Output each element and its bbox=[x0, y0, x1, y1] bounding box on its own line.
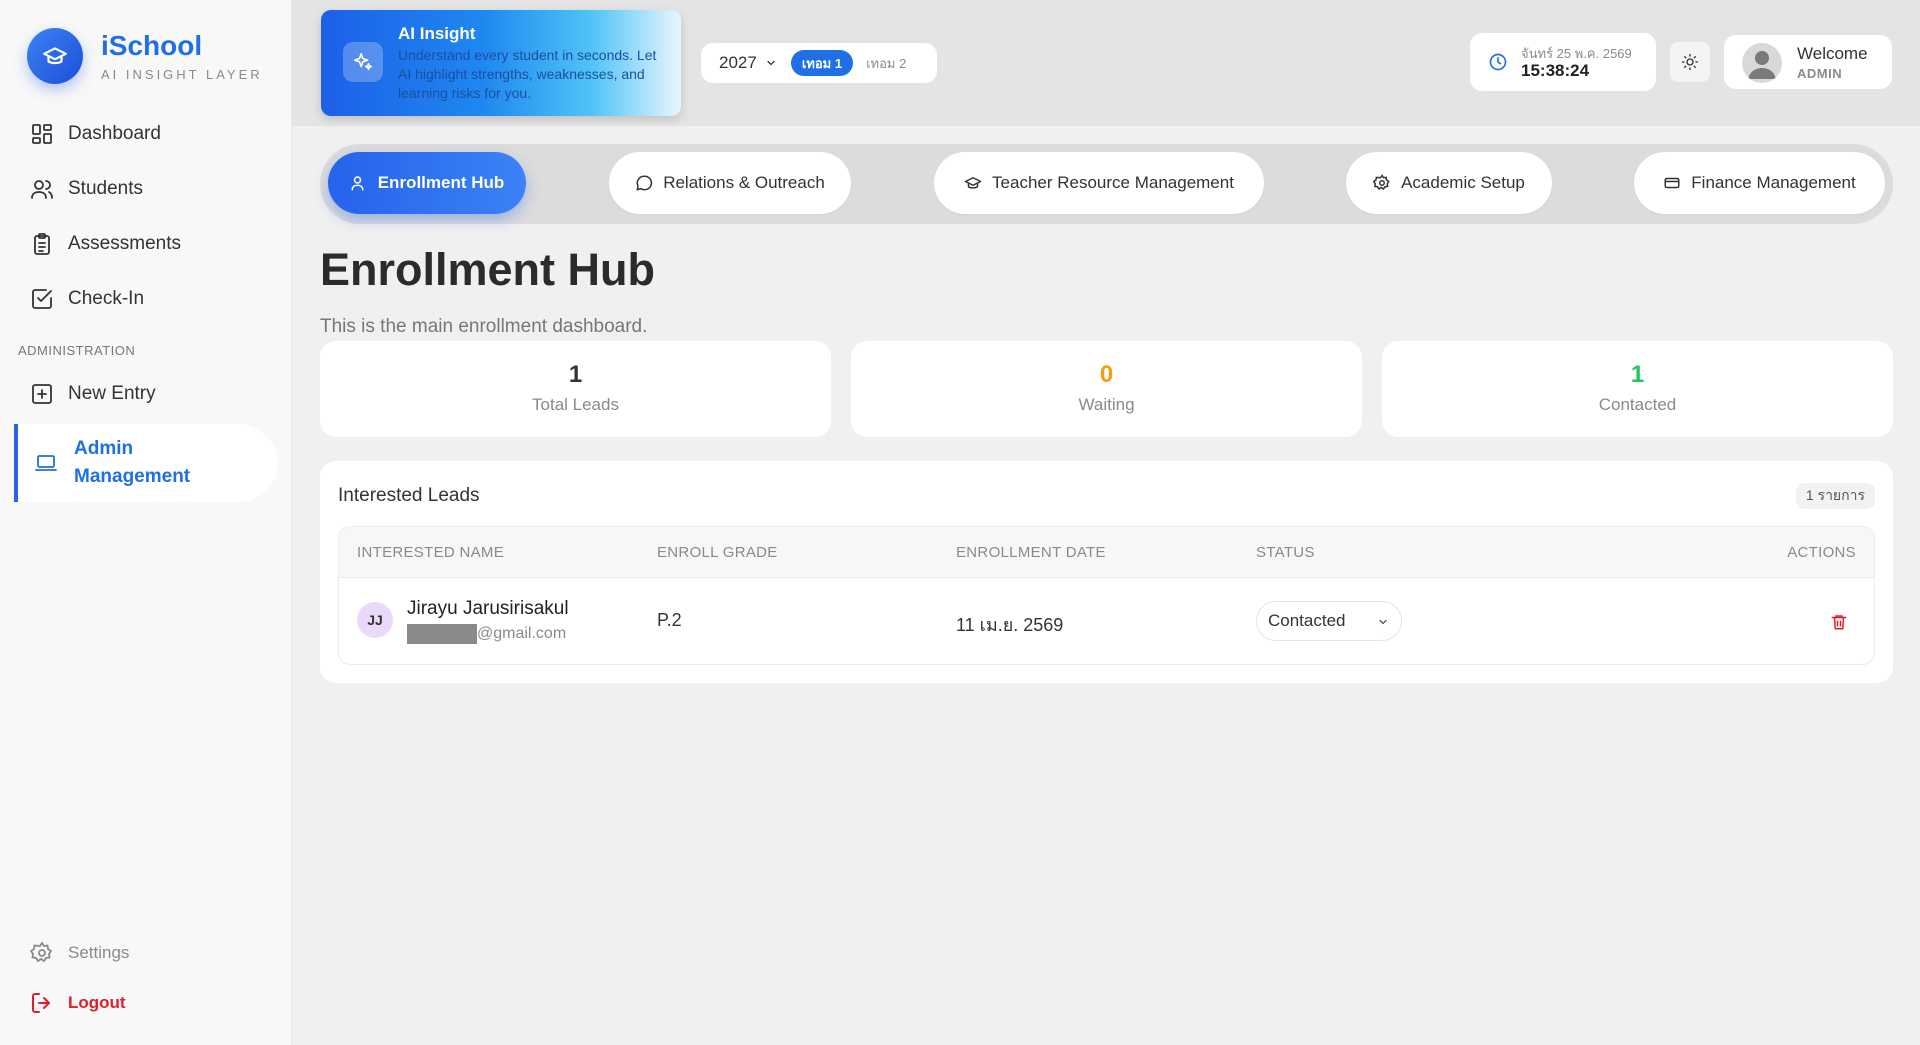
gear-icon bbox=[30, 941, 53, 963]
user-welcome: Welcome bbox=[1797, 44, 1868, 63]
sidebar-item-check-in[interactable]: Check-In bbox=[30, 279, 144, 319]
clock-widget: จันทร์ 25 พ.ค. 2569 15:38:24 bbox=[1470, 33, 1656, 91]
column-header-actions: ACTIONS bbox=[1787, 544, 1856, 561]
column-header-date: ENROLLMENT DATE bbox=[956, 544, 1106, 561]
sidebar-item-label: Admin Management bbox=[74, 438, 191, 487]
redacted-block bbox=[407, 624, 477, 644]
chat-icon bbox=[636, 175, 653, 191]
tab-enrollment-hub[interactable]: Enrollment Hub bbox=[328, 152, 526, 214]
settings-button[interactable]: Settings bbox=[30, 941, 129, 965]
dashboard-icon bbox=[32, 124, 52, 144]
plus-square-icon bbox=[32, 384, 52, 404]
sparkles-icon bbox=[343, 42, 383, 82]
brand-name: iSchool bbox=[101, 29, 203, 61]
logout-button[interactable]: Logout bbox=[30, 991, 126, 1015]
term-2-button[interactable]: เทอม 2 bbox=[855, 50, 917, 76]
year-dropdown[interactable]: 2027 bbox=[719, 53, 777, 73]
brand-subtitle: AI INSIGHT LAYER bbox=[101, 66, 263, 82]
stat-value: 0 bbox=[1099, 361, 1114, 388]
settings-label: Settings bbox=[68, 943, 130, 962]
gear-icon bbox=[1373, 174, 1390, 191]
stat-value: 1 bbox=[1630, 361, 1645, 388]
stat-card-contacted: 1 Contacted bbox=[1382, 341, 1893, 437]
sidebar-item-label: Check-In bbox=[68, 288, 145, 309]
trash-icon bbox=[1831, 615, 1847, 630]
delete-button[interactable] bbox=[1827, 610, 1851, 634]
logout-label: Logout bbox=[68, 993, 126, 1012]
sidebar-item-label: Assessments bbox=[68, 233, 181, 254]
chevron-down-icon bbox=[1379, 619, 1387, 625]
stat-card-waiting: 0 Waiting bbox=[851, 341, 1362, 437]
checkbox-icon bbox=[32, 289, 52, 309]
status-value: Contacted bbox=[1268, 611, 1346, 630]
chevron-down-icon bbox=[767, 60, 775, 66]
term-1-button[interactable]: เทอม 1 bbox=[790, 50, 854, 76]
users-icon bbox=[31, 180, 53, 199]
interested-leads-card: Interested Leads 1 รายการ INTERESTED NAM… bbox=[320, 461, 1893, 683]
sidebar-item-dashboard[interactable]: Dashboard bbox=[30, 114, 161, 154]
brand[interactable]: iSchool AI INSIGHT LAYER bbox=[27, 28, 263, 84]
sidebar: iSchool AI INSIGHT LAYER Dashboard Stude… bbox=[0, 0, 292, 1045]
year-value: 2027 bbox=[719, 53, 757, 72]
avatar: JJ bbox=[357, 602, 393, 638]
column-header-status: STATUS bbox=[1256, 544, 1315, 561]
user-menu[interactable]: Welcome ADMIN bbox=[1724, 35, 1892, 89]
ai-insight-card[interactable]: AI Insight Understand every student in s… bbox=[321, 10, 681, 116]
lead-grade: P.2 bbox=[657, 610, 682, 630]
sidebar-item-admin-management[interactable]: Admin Management bbox=[14, 424, 278, 502]
tab-label: Relations & Outreach bbox=[663, 173, 825, 192]
sidebar-item-assessments[interactable]: Assessments bbox=[30, 224, 181, 264]
lead-email: @gmail.com bbox=[407, 624, 566, 644]
sun-icon bbox=[1681, 53, 1699, 71]
stat-card-total-leads: 1 Total Leads bbox=[320, 341, 831, 437]
logout-icon bbox=[32, 993, 50, 1013]
column-header-grade: ENROLL GRADE bbox=[657, 544, 778, 561]
tab-relations-outreach[interactable]: Relations & Outreach bbox=[609, 152, 851, 214]
tab-teacher-resource-management[interactable]: Teacher Resource Management bbox=[934, 152, 1264, 214]
credit-card-icon bbox=[1664, 177, 1680, 189]
page-description: This is the main enrollment dashboard. bbox=[320, 316, 648, 337]
status-dropdown[interactable]: Contacted bbox=[1256, 601, 1402, 641]
table-row[interactable]: JJ Jirayu Jarusirisakul @gmail.com P.2 1… bbox=[339, 578, 1874, 664]
ai-insight-description: Understand every student in seconds. Let… bbox=[398, 47, 657, 101]
tab-academic-setup[interactable]: Academic Setup bbox=[1346, 152, 1552, 214]
theme-toggle-button[interactable] bbox=[1670, 42, 1710, 82]
sidebar-item-label: New Entry bbox=[68, 383, 156, 404]
lead-email-suffix: @gmail.com bbox=[477, 625, 567, 642]
tab-label: Academic Setup bbox=[1401, 173, 1525, 192]
tab-label: Enrollment Hub bbox=[377, 173, 505, 192]
stat-label: Waiting bbox=[1078, 395, 1135, 414]
leads-table: INTERESTED NAME ENROLL GRADE ENROLLMENT … bbox=[338, 526, 1875, 665]
sidebar-item-label: Dashboard bbox=[68, 123, 161, 144]
lead-name: Jirayu Jarusirisakul bbox=[407, 598, 569, 619]
sidebar-item-students[interactable]: Students bbox=[30, 169, 143, 209]
laptop-icon bbox=[35, 455, 57, 471]
leads-title: Interested Leads bbox=[338, 485, 480, 506]
graduation-cap-icon bbox=[27, 28, 83, 84]
stat-value: 1 bbox=[568, 361, 583, 388]
sidebar-item-label: Students bbox=[68, 178, 143, 199]
sidebar-section-title: ADMINISTRATION bbox=[18, 343, 136, 358]
table-header: INTERESTED NAME ENROLL GRADE ENROLLMENT … bbox=[339, 527, 1874, 578]
tab-finance-management[interactable]: Finance Management bbox=[1634, 152, 1885, 214]
ai-insight-title: AI Insight bbox=[398, 24, 476, 43]
clock-icon bbox=[1489, 53, 1507, 71]
stat-label: Total Leads bbox=[532, 395, 619, 414]
tab-bar: Enrollment Hub Relations & Outreach Teac… bbox=[320, 144, 1893, 224]
avatar bbox=[1742, 43, 1782, 83]
column-header-name: INTERESTED NAME bbox=[357, 544, 505, 561]
graduation-cap-icon bbox=[964, 177, 982, 189]
leads-count-badge: 1 รายการ bbox=[1795, 483, 1875, 509]
term-selector: 2027 เทอม 1 เทอม 2 bbox=[701, 43, 937, 83]
clock-time: 15:38:24 bbox=[1521, 61, 1590, 80]
user-icon bbox=[351, 176, 364, 191]
page-title: Enrollment Hub bbox=[320, 244, 655, 295]
stat-label: Contacted bbox=[1598, 395, 1677, 414]
sidebar-item-new-entry[interactable]: New Entry bbox=[30, 374, 156, 414]
clipboard-icon bbox=[34, 233, 50, 255]
lead-date: 11 เม.ย. 2569 bbox=[956, 615, 1064, 635]
tab-label: Finance Management bbox=[1691, 173, 1856, 192]
user-role: ADMIN bbox=[1797, 66, 1843, 81]
tab-label: Teacher Resource Management bbox=[992, 173, 1234, 192]
